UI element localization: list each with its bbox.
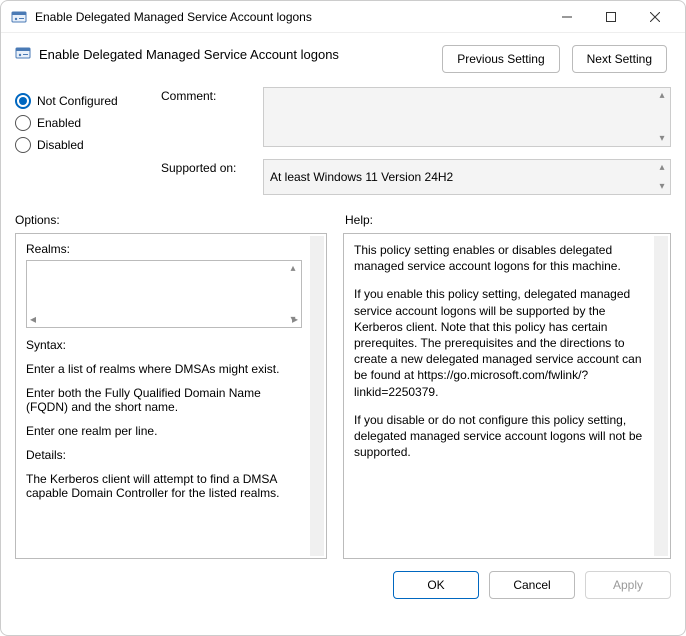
help-paragraph: If you enable this policy setting, deleg… [354, 286, 646, 399]
policy-icon [11, 9, 27, 25]
realms-label: Realms: [26, 242, 302, 256]
chevron-down-icon: ▾ [659, 181, 664, 192]
realms-listbox[interactable]: ▴▾ ◂ ▸ [26, 260, 302, 328]
chevron-up-icon: ▴ [659, 90, 664, 101]
scrollbar[interactable]: ▴▾ [654, 160, 670, 194]
syntax-label: Syntax: [26, 338, 302, 352]
radio-disabled[interactable]: Disabled [15, 137, 145, 153]
policy-title: Enable Delegated Managed Service Account… [39, 47, 339, 62]
comment-label: Comment: [161, 87, 253, 103]
radio-label: Disabled [37, 138, 84, 152]
options-label: Options: [15, 213, 325, 227]
dialog-footer: OK Cancel Apply [1, 559, 685, 611]
options-text-line: The Kerberos client will attempt to find… [26, 472, 302, 500]
cancel-button[interactable]: Cancel [489, 571, 575, 599]
radio-icon [15, 93, 31, 109]
help-label: Help: [345, 213, 671, 227]
chevron-left-icon: ◂ [30, 312, 36, 326]
options-text-line: Enter a list of realms where DMSAs might… [26, 362, 302, 376]
radio-not-configured[interactable]: Not Configured [15, 93, 145, 109]
scrollbar[interactable] [654, 236, 668, 556]
radio-label: Not Configured [37, 94, 118, 108]
help-pane: This policy setting enables or disables … [343, 233, 671, 559]
chevron-up-icon: ▴ [290, 263, 295, 274]
help-paragraph: This policy setting enables or disables … [354, 242, 646, 274]
radio-icon [15, 137, 31, 153]
ok-button[interactable]: OK [393, 571, 479, 599]
radio-label: Enabled [37, 116, 81, 130]
supported-on-label: Supported on: [161, 159, 253, 175]
help-paragraph: If you disable or do not configure this … [354, 412, 646, 461]
window-title: Enable Delegated Managed Service Account… [35, 10, 545, 24]
chevron-up-icon: ▴ [659, 162, 664, 173]
options-pane: Realms: ▴▾ ◂ ▸ Syntax: Enter a list of r… [15, 233, 327, 559]
details-label: Details: [26, 448, 302, 462]
next-setting-button[interactable]: Next Setting [572, 45, 667, 73]
titlebar: Enable Delegated Managed Service Account… [1, 1, 685, 33]
radio-icon [15, 115, 31, 131]
comment-textarea[interactable]: ▴▾ [263, 87, 671, 147]
options-text-line: Enter one realm per line. [26, 424, 302, 438]
maximize-button[interactable] [589, 3, 633, 31]
chevron-down-icon: ▾ [659, 133, 664, 144]
scrollbar[interactable] [310, 236, 324, 556]
scrollbar[interactable]: ▴▾ [654, 88, 670, 146]
supported-on-value: At least Windows 11 Version 24H2 [270, 170, 453, 184]
minimize-button[interactable] [545, 3, 589, 31]
supported-on-field: At least Windows 11 Version 24H2 ▴▾ [263, 159, 671, 195]
scrollbar-horizontal[interactable]: ◂ ▸ [27, 311, 301, 327]
close-button[interactable] [633, 3, 677, 31]
chevron-right-icon: ▸ [292, 312, 298, 326]
policy-icon [15, 45, 31, 64]
radio-enabled[interactable]: Enabled [15, 115, 145, 131]
previous-setting-button[interactable]: Previous Setting [442, 45, 559, 73]
options-text-line: Enter both the Fully Qualified Domain Na… [26, 386, 302, 414]
apply-button[interactable]: Apply [585, 571, 671, 599]
